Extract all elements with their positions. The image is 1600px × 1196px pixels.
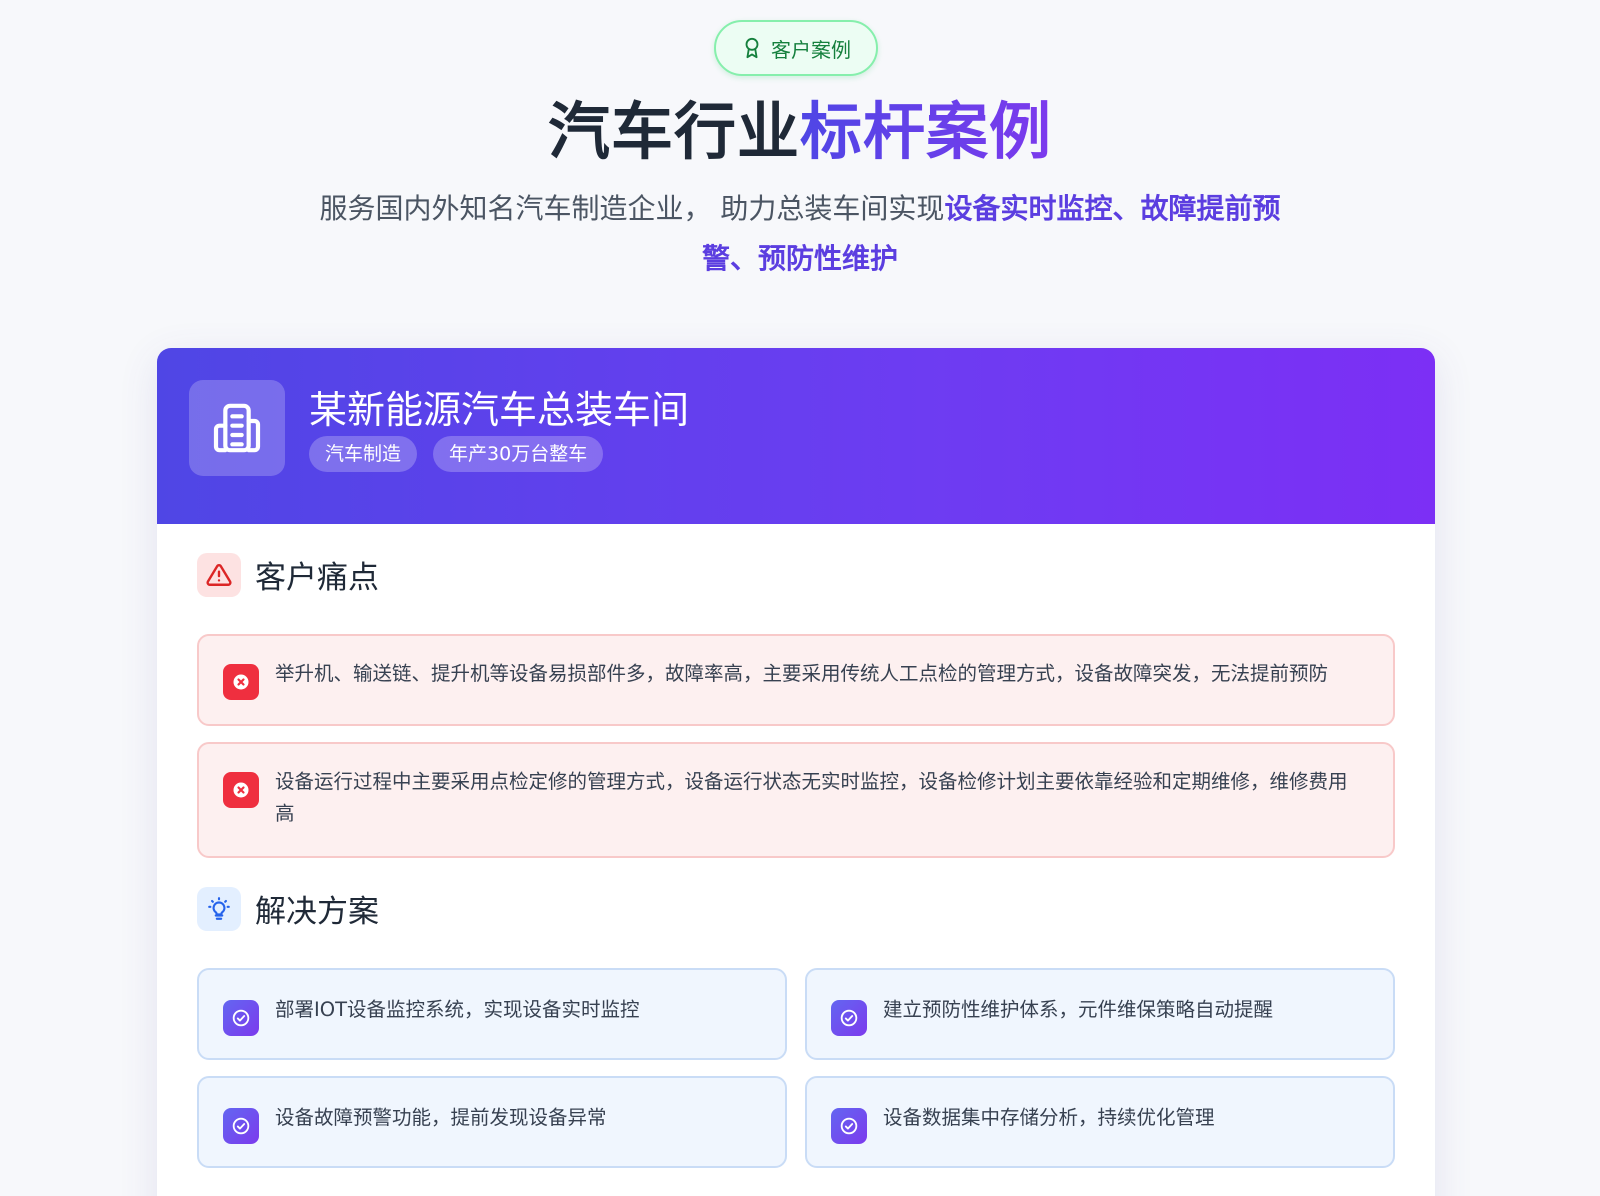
pain-point-text: 设备运行过程中主要采用点检定修的管理方式，设备运行状态无实时监控，设备检修计划主… [275, 770, 1348, 825]
solution-item-mark [831, 1000, 867, 1036]
pain-item-mark [223, 664, 259, 700]
alert-triangle-icon [206, 563, 232, 586]
solution-item: 设备故障预警功能，提前发现设备异常 [197, 1076, 787, 1168]
solution-section-title: 解决方案 [255, 894, 379, 930]
title-accent: 标杆案例 [800, 95, 1053, 168]
x-circle-icon [233, 782, 249, 798]
page-subtitle: 服务国内外知名汽车制造企业， 助力总装车间实现设备实时监控、故障提前预警、预防性… [300, 184, 1300, 284]
pain-point-item: 设备运行过程中主要采用点检定修的管理方式，设备运行状态无实时监控，设备检修计划主… [197, 742, 1395, 858]
solution-text: 设备故障预警功能，提前发现设备异常 [275, 1106, 607, 1129]
solution-item: 建立预防性维护体系，元件维保策略自动提醒 [805, 968, 1395, 1060]
check-circle-icon [840, 1009, 858, 1027]
solution-item-mark [223, 1000, 259, 1036]
solution-text: 设备数据集中存储分析，持续优化管理 [883, 1106, 1215, 1129]
solution-text: 建立预防性维护体系，元件维保策略自动提醒 [883, 998, 1274, 1021]
subtitle-plain: 服务国内外知名汽车制造企业， 助力总装车间实现 [319, 192, 945, 225]
x-circle-icon [233, 674, 249, 690]
building-icon [213, 403, 261, 453]
solution-item: 部署IOT设备监控系统，实现设备实时监控 [197, 968, 787, 1060]
case-study-page: 客户案例 汽车行业标杆案例 服务国内外知名汽车制造企业， 助力总装车间实现设备实… [0, 0, 1600, 1196]
case-card: 某新能源汽车总装车间 汽车制造 年产30万台整车 客户痛点 举升机、输送链、提升… [157, 348, 1435, 1196]
pain-point-text: 举升机、输送链、提升机等设备易损部件多，故障率高，主要采用传统人工点检的管理方式… [275, 662, 1329, 685]
page-title: 汽车行业标杆案例 [0, 92, 1600, 172]
solution-item-mark [223, 1108, 259, 1144]
lightbulb-icon [208, 896, 230, 920]
badge-label: 客户案例 [771, 37, 851, 62]
pain-section-icon-box [197, 552, 241, 597]
customer-case-badge: 客户案例 [714, 20, 878, 76]
pain-section-header: 客户痛点 [197, 552, 379, 597]
company-tags: 汽车制造 年产30万台整车 [309, 436, 604, 472]
solution-item: 设备数据集中存储分析，持续优化管理 [805, 1076, 1395, 1168]
check-circle-icon [840, 1117, 858, 1135]
pain-section-title: 客户痛点 [255, 560, 379, 596]
company-name: 某新能源汽车总装车间 [309, 388, 690, 432]
tag-industry: 汽车制造 [309, 436, 418, 472]
solution-item-mark [831, 1108, 867, 1144]
check-circle-icon [232, 1117, 250, 1135]
pain-item-mark [223, 772, 259, 808]
solution-section-icon-box [197, 886, 241, 931]
check-circle-icon [232, 1009, 250, 1027]
tag-capacity: 年产30万台整车 [433, 436, 604, 472]
solution-section-header: 解决方案 [197, 886, 379, 931]
title-plain: 汽车行业 [547, 95, 800, 168]
company-avatar [189, 380, 285, 476]
award-icon [745, 37, 759, 59]
pain-point-item: 举升机、输送链、提升机等设备易损部件多，故障率高，主要采用传统人工点检的管理方式… [197, 634, 1395, 726]
case-card-header: 某新能源汽车总装车间 汽车制造 年产30万台整车 [157, 348, 1435, 524]
solution-text: 部署IOT设备监控系统，实现设备实时监控 [275, 998, 640, 1021]
